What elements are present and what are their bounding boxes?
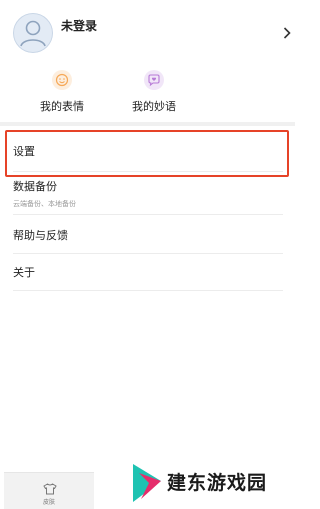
play-logo-icon — [133, 464, 161, 502]
help-feedback-label: 帮助与反馈 — [13, 229, 68, 242]
my-phrases-button[interactable]: 我的妙语 — [114, 70, 194, 115]
profile-header[interactable]: 未登录 — [0, 0, 295, 62]
menu-item-help-feedback[interactable]: 帮助与反馈 — [13, 215, 283, 254]
data-backup-label: 数据备份 — [13, 180, 57, 193]
section-divider — [0, 122, 295, 126]
tab-skin-label: 皮肤 — [42, 499, 55, 506]
highlight-box — [5, 130, 289, 177]
user-silhouette-icon — [13, 13, 53, 53]
smiley-icon — [52, 70, 72, 90]
my-stickers-button[interactable]: 我的表情 — [22, 70, 102, 115]
avatar[interactable] — [13, 13, 53, 53]
my-stickers-label: 我的表情 — [40, 100, 84, 113]
chat-heart-icon — [144, 70, 164, 90]
my-phrases-label: 我的妙语 — [132, 100, 176, 113]
tshirt-icon — [43, 483, 57, 495]
chevron-right-icon[interactable] — [283, 27, 291, 39]
watermark-logo: 建东游戏园 — [129, 461, 279, 506]
menu-item-data-backup[interactable]: 数据备份 云端备份、本地备份 — [13, 172, 283, 215]
watermark-text: 建东游戏园 — [167, 472, 268, 494]
data-backup-subtitle: 云端备份、本地备份 — [13, 200, 76, 208]
menu-item-about[interactable]: 关于 — [13, 254, 283, 291]
about-label: 关于 — [13, 266, 35, 279]
tab-skin[interactable]: 皮肤 — [4, 472, 94, 509]
username-label[interactable]: 未登录 — [61, 17, 97, 34]
